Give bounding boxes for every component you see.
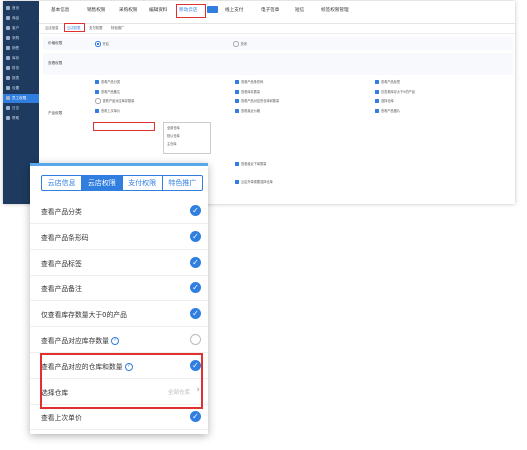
dropdown-option[interactable]: 默认仓库 — [167, 133, 180, 138]
checkbox-icon — [95, 89, 99, 94]
checkbox-icon — [235, 99, 239, 103]
section-bg — [43, 53, 513, 75]
section-label: 产品权限 — [48, 111, 63, 115]
list-item-label: 仅查看库存数量大于0的产品 — [41, 309, 127, 319]
list-item-text: 查看产品条形码 — [41, 233, 89, 242]
checkbox-icon — [375, 89, 379, 94]
list-item-label: 查看产品标签 — [41, 258, 82, 268]
list-item-text: 查看上次单价 — [41, 414, 82, 423]
checkbox-icon — [235, 89, 239, 94]
list-item-text: 查看产品标签 — [41, 259, 82, 268]
radio-icon — [233, 41, 239, 47]
list-item[interactable]: 查看产品标签 ✓ — [30, 250, 208, 276]
checkbox-option[interactable]: 查看产品对应的仓库和数量 — [235, 98, 279, 103]
checkbox-option[interactable]: 云店开单需要选择仓库 — [235, 179, 273, 184]
checkbox-icon[interactable]: ✓ — [190, 256, 201, 268]
option-label: 仅查看库存大于0的产品 — [381, 89, 415, 94]
list-item-label: 查看产品备注 — [41, 283, 82, 293]
radio-option[interactable]: 关闭 — [233, 41, 247, 47]
tab-3[interactable]: 支付权限 — [123, 176, 163, 190]
option-label: 云店开单需要选择仓库 — [241, 180, 273, 184]
checkbox-option[interactable]: 查看产品条形码 — [235, 79, 263, 84]
highlight-box — [40, 353, 203, 409]
checkbox-icon — [375, 80, 379, 84]
checkbox-option[interactable]: 查看产品备注 — [95, 89, 120, 94]
list-item-text: 查看产品对应库存数量 — [41, 337, 109, 345]
list-item-label: 查看产品分类 — [41, 206, 82, 216]
tab-2[interactable]: 云店权限 — [82, 176, 123, 190]
list-item-label: 查看产品对应库存数量? — [41, 335, 119, 345]
option-label: 查看产品分类 — [101, 80, 121, 84]
dropdown-option[interactable]: 全部仓库 — [167, 125, 180, 130]
option-label: 查看最近下单数量 — [241, 162, 267, 166]
list-item[interactable]: 仅查看库存数量大于0的产品 ✓ — [30, 301, 208, 328]
checkbox-icon — [375, 99, 379, 103]
checkbox-icon[interactable]: ✓ — [190, 205, 201, 216]
checkbox-icon[interactable]: ✓ — [190, 411, 201, 423]
checkbox-icon — [235, 80, 239, 84]
checkbox-option[interactable]: 查看产品标签 — [375, 79, 400, 84]
option-label: 查看产品条形码 — [241, 80, 264, 84]
tab-4[interactable]: 特色推广 — [163, 176, 202, 190]
list-item-text: 查看产品分类 — [41, 208, 82, 216]
option-label: 关闭 — [240, 42, 247, 46]
option-label: 查看产品对应库存数量 — [102, 99, 135, 103]
option-label: 查看产品对应的仓库和数量 — [241, 99, 280, 103]
checkbox-option[interactable]: 查看最近价格 — [235, 108, 260, 113]
tab-1[interactable]: 云店信息 — [42, 176, 83, 190]
option-label: 查看产品图片 — [381, 108, 401, 113]
checkbox-icon — [235, 180, 239, 184]
mobile-top-strip — [30, 163, 208, 166]
option-label: 查看产品标签 — [381, 80, 401, 84]
highlight-box — [93, 122, 155, 131]
section-bg — [43, 37, 513, 50]
checkbox-icon — [235, 108, 239, 113]
list-item-label: 查看上次单价 — [41, 412, 82, 422]
checkbox-option[interactable]: 查看上次单价 — [95, 108, 120, 113]
checkbox-icon — [95, 98, 101, 104]
list-item-label: 查看产品条形码 — [41, 232, 89, 242]
list-item[interactable]: 查看产品条形码 ✓ — [30, 224, 208, 250]
checkbox-icon — [95, 108, 99, 113]
checkbox-option[interactable]: 查看库存数量 — [235, 89, 260, 94]
checkbox-icon[interactable]: ✓ — [190, 230, 201, 242]
option-label: 查看上次单价 — [101, 108, 121, 113]
checkbox-icon — [235, 162, 239, 166]
checkbox-icon[interactable]: ✓ — [190, 282, 201, 294]
section-label: 价格权限 — [48, 41, 63, 45]
list-item-text: 查看产品备注 — [41, 285, 82, 294]
checkbox-icon — [375, 108, 379, 113]
list-item[interactable]: 查看产品分类 ✓ — [30, 198, 208, 224]
checkbox-icon[interactable]: ✓ — [190, 308, 201, 320]
checkbox-option[interactable]: 仅查看库存大于0的产品 — [375, 89, 415, 94]
checkbox-option[interactable]: 选择仓库 — [375, 98, 394, 103]
dropdown-option[interactable]: 主仓库 — [167, 141, 177, 146]
list-item[interactable]: 查看产品备注 ✓ — [30, 275, 208, 302]
checkbox-option[interactable]: 查看产品分类 — [95, 79, 120, 84]
option-label: 开启 — [102, 42, 109, 46]
section-label: 查看权限 — [48, 61, 63, 65]
radio-icon — [95, 41, 101, 47]
checkbox-icon[interactable] — [190, 334, 201, 345]
list-item-text: 仅查看库存数量大于0的产品 — [41, 311, 127, 320]
option-label: 查看库存数量 — [241, 89, 261, 94]
checkbox-option[interactable]: 查看产品图片 — [375, 108, 400, 113]
checkbox-icon — [95, 80, 99, 84]
checkbox-option[interactable]: 查看最近下单数量 — [235, 161, 267, 166]
option-label: 选择仓库 — [381, 99, 394, 103]
checkbox-option[interactable]: 查看产品对应库存数量 — [95, 98, 134, 104]
mobile-tabs: 云店信息 云店权限 支付权限 特色推广 — [41, 175, 203, 191]
option-label: 查看最近价格 — [241, 108, 261, 113]
help-icon[interactable]: ? — [110, 337, 119, 345]
radio-option[interactable]: 开启 — [95, 41, 109, 47]
list-item[interactable]: 查看产品对应库存数量? — [30, 327, 208, 353]
option-label: 查看产品备注 — [101, 89, 121, 94]
warehouse-dropdown[interactable]: 全部仓库默认仓库主仓库 — [163, 122, 211, 154]
